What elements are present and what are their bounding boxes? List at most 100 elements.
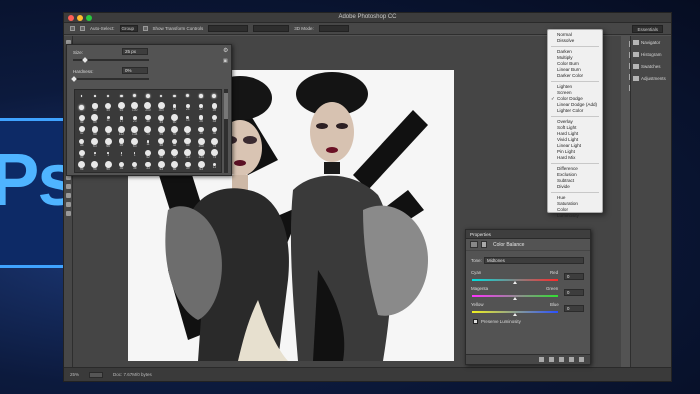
brush-tip[interactable]: 39 [208,102,221,114]
hardness-input[interactable]: 0% [122,67,148,74]
brush-tip[interactable]: 36 [194,125,207,137]
brush-tip-scrollbar[interactable] [224,89,228,173]
brush-tip[interactable]: 100 [194,137,207,149]
3d-mode-buttons[interactable] [318,25,349,32]
trash-icon[interactable] [579,357,584,362]
cyan-red-slider-knob[interactable] [513,281,517,284]
brush-tip[interactable]: 134 [194,149,207,161]
brush-tip[interactable] [194,90,207,102]
brush-tip[interactable]: 70 [102,125,115,137]
blend-mode-item[interactable]: Darker Color [548,73,602,79]
clip-to-layer-icon[interactable] [539,357,544,362]
brush-tip[interactable]: 63 [88,137,101,149]
brush-tip[interactable]: 45 [75,149,88,161]
blend-mode-item[interactable]: Divide [548,184,602,190]
brush-tip[interactable]: 1 [102,149,115,161]
brush-tip[interactable] [75,102,88,114]
brush-tip[interactable]: 48 [155,137,168,149]
brush-tip[interactable]: 44 [155,113,168,125]
brush-tip[interactable]: 36 [128,160,141,172]
brush-tip[interactable]: 11 [102,113,115,125]
gear-icon[interactable]: ⚙ [223,47,228,54]
magenta-green-value[interactable]: 0 [564,289,584,296]
brush-tip[interactable]: 23 [128,113,141,125]
dock-item-navigator[interactable]: Navigator [631,36,671,48]
visibility-icon[interactable] [569,357,574,362]
brush-tip-grid[interactable]: 35 45 65 100 200 300 14 24 27 39 46 59 11 17 23 36 44 60 1… [74,89,222,173]
brush-tip[interactable]: 65 [115,102,128,114]
brush-tip[interactable]: 36 [115,160,128,172]
brush-tip[interactable]: 33 [75,137,88,149]
document-size[interactable]: Doc: 7.67M/0 bytes [113,372,152,377]
brush-tip[interactable]: 24 [181,102,194,114]
brush-tip[interactable]: 95 [168,125,181,137]
brush-tip[interactable]: 46 [75,113,88,125]
brush-tip[interactable]: 90 [181,125,194,137]
brush-tip[interactable]: 14 [168,102,181,114]
blend-mode-item[interactable]: Luminosity [548,213,602,219]
blend-mode-item[interactable]: Hard Mix [548,155,602,161]
brush-tip[interactable]: 55 [88,125,101,137]
brush-tip[interactable]: 100 [128,102,141,114]
brush-tip[interactable] [141,90,154,102]
show-transform-checkbox[interactable] [142,26,148,31]
tone-dropdown[interactable]: Midtones [484,257,584,264]
dock-item-swatches[interactable]: Swatches [631,60,671,72]
brush-tip[interactable] [75,90,88,102]
auto-select-dropdown[interactable]: Group [119,25,138,32]
zoom-level[interactable]: 25% [70,372,79,377]
brush-tip[interactable] [88,90,101,102]
brush-tip[interactable]: 39 [115,137,128,149]
brush-tip[interactable]: 90 [102,160,115,172]
hand-tool[interactable] [65,202,71,207]
magenta-green-slider-knob[interactable] [513,297,517,300]
brush-tip[interactable]: 11 [141,137,154,149]
move-tool-icon[interactable] [70,26,75,31]
brush-tip[interactable]: 35 [88,102,101,114]
new-preset-icon[interactable]: ▣ [223,58,228,64]
layer-mask-icon[interactable] [481,241,487,248]
brush-tip[interactable]: 60 [168,113,181,125]
brush-tip[interactable]: 33 [208,113,221,125]
workspace-dropdown[interactable]: Essentials [632,25,663,33]
preserve-luminosity-checkbox[interactable] [473,319,478,324]
view-previous-icon[interactable] [549,357,554,362]
brush-tip[interactable]: 63 [155,160,168,172]
yellow-blue-slider-knob[interactable] [513,313,517,316]
brush-tip[interactable]: 1 [88,149,101,161]
hardness-slider[interactable] [73,78,149,80]
brush-tip[interactable]: 63 [194,160,207,172]
cyan-red-value[interactable]: 0 [564,273,584,280]
brush-tip[interactable]: 55 [181,137,194,149]
brush-tip[interactable]: 45 [102,102,115,114]
blend-mode-menu[interactable]: Normal Dissolve Darken Multiply Color Burn Li… [547,29,603,218]
brush-tip[interactable]: 112 [181,149,194,161]
dock-item-histogram[interactable]: Histogram [631,48,671,60]
brush-tip[interactable]: 59 [88,113,101,125]
properties-header[interactable]: Properties [466,230,590,239]
brush-tip[interactable]: 200 [141,102,154,114]
brush-tip[interactable]: 70 [168,149,181,161]
brush-tip[interactable]: 63 [128,137,141,149]
brush-tip[interactable] [128,90,141,102]
blend-mode-item[interactable]: Lighter Color [548,108,602,114]
auto-select-checkbox[interactable] [80,26,85,31]
brush-tip[interactable]: 1 [128,149,141,161]
dock-item-adjustments[interactable]: Adjustments [631,72,671,84]
brush-tip[interactable] [155,90,168,102]
reset-icon[interactable] [559,357,564,362]
brush-tip[interactable]: 66 [168,160,181,172]
brush-tip[interactable]: 300 [155,102,168,114]
path-select-tool[interactable] [65,184,71,189]
brush-tip[interactable]: 17 [115,113,128,125]
brush-tip[interactable]: 32 [168,137,181,149]
brush-tip[interactable]: 27 [194,102,207,114]
scroll-thumb[interactable] [224,93,228,119]
brush-tip[interactable]: 42 [75,125,88,137]
yellow-blue-value[interactable]: 0 [564,305,584,312]
brush-tip[interactable]: 112 [115,125,128,137]
brush-tip[interactable]: 33 [141,160,154,172]
brush-tip[interactable]: 66 [102,137,115,149]
brush-tip[interactable] [181,90,194,102]
brush-tip[interactable]: 36 [141,113,154,125]
